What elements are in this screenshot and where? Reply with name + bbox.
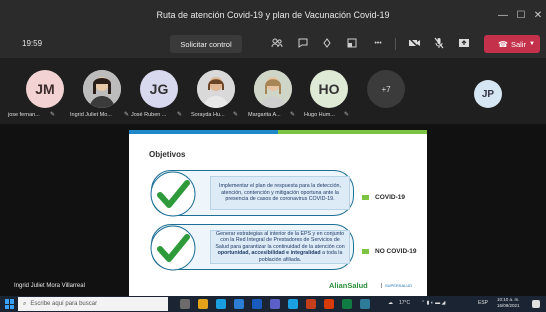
leave-label: Salir: [510, 39, 526, 49]
checkmark-icon: [150, 171, 196, 217]
objective-tag: NO COVID-19: [375, 248, 417, 255]
browser-icon[interactable]: [288, 299, 298, 309]
mic-muted-icon: ✎: [344, 112, 350, 118]
objective-tag: COVID-19: [375, 194, 405, 201]
toolbar-divider: [395, 38, 396, 50]
window-title: Ruta de atención Covid-19 y plan de Vacu…: [156, 10, 390, 20]
excel-icon[interactable]: [342, 299, 352, 309]
mic-muted-icon: ✎: [177, 112, 183, 118]
close-window-button[interactable]: ✕: [524, 0, 546, 30]
supersalud-logo: SUPERSALUD: [381, 283, 412, 288]
chat-icon[interactable]: [296, 36, 310, 50]
outlook-icon[interactable]: [234, 299, 244, 309]
temperature[interactable]: 17°C: [399, 300, 410, 306]
request-control-button[interactable]: Solicitar control: [170, 35, 242, 53]
mic-muted-icon: ✎: [290, 112, 296, 118]
rooms-icon[interactable]: [345, 36, 359, 50]
meeting-toolbar: 19:59 Solicitar control ••• ☎ Salir ▼: [0, 30, 546, 58]
share-icon[interactable]: [457, 36, 471, 50]
leave-button[interactable]: ☎ Salir ▼: [484, 35, 540, 53]
participant-name: Sorayda Hu...: [191, 112, 225, 118]
tag-marker: [362, 249, 369, 254]
mic-muted-icon: ✎: [50, 112, 56, 118]
windows-start-icon[interactable]: [5, 299, 15, 309]
avatar[interactable]: HO: [310, 70, 348, 108]
participant-strip: JM jose fernan... ✎ Ingrid Juliet Mo... …: [0, 58, 546, 124]
edge-icon[interactable]: [216, 299, 226, 309]
objective-card: Generar estrategias al interior de la EP…: [150, 224, 354, 271]
taskbar-search[interactable]: ⌕ Escribe aquí para buscar: [18, 297, 168, 311]
taskbar-clock[interactable]: 10:10 a. m. 16/09/2021: [497, 297, 520, 309]
powerpoint-icon[interactable]: [306, 299, 316, 309]
self-avatar[interactable]: JP: [474, 80, 502, 108]
reactions-icon[interactable]: [320, 36, 334, 50]
mic-off-icon[interactable]: [432, 36, 446, 50]
camera-off-icon[interactable]: [407, 36, 421, 50]
presenter-name: Ingrid Juliet Mora Villarreal: [14, 283, 85, 289]
more-icon[interactable]: •••: [371, 36, 385, 50]
avatar[interactable]: JM: [26, 70, 64, 108]
task-view-icon[interactable]: [180, 299, 190, 309]
aliansalud-logo: AlianSalud: [329, 281, 368, 290]
app-icon[interactable]: [360, 299, 370, 309]
participant-name: Margarita A...: [248, 112, 281, 118]
participant-name: Hugo Hum...: [304, 112, 335, 118]
phone-icon: ☎: [498, 39, 508, 49]
teams-window: Ruta de atención Covid-19 y plan de Vacu…: [0, 0, 546, 312]
shared-slide: Objetivos Implementar el plan de respues…: [129, 130, 427, 296]
avatar[interactable]: [83, 70, 121, 108]
title-bar: Ruta de atención Covid-19 y plan de Vacu…: [0, 0, 546, 30]
objective-text: Implementar el plan de respuesta para la…: [210, 176, 350, 210]
mic-muted-icon: ✎: [124, 112, 130, 118]
avatar[interactable]: [197, 70, 235, 108]
people-icon[interactable]: [270, 36, 284, 50]
avatar[interactable]: [254, 70, 292, 108]
participant-name: José Ruben ...: [131, 112, 167, 118]
avatar[interactable]: JG: [140, 70, 178, 108]
slide-top-bar: [129, 130, 427, 134]
weather-icon[interactable]: ☁: [388, 300, 393, 306]
checkmark-icon: [150, 225, 196, 271]
objective-card: Implementar el plan de respuesta para la…: [150, 170, 354, 217]
objective-text: Generar estrategias al interior de la EP…: [210, 230, 350, 264]
teams-icon[interactable]: [270, 299, 280, 309]
participant-name: Ingrid Juliet Mo...: [70, 112, 112, 118]
slide-title: Objetivos: [149, 150, 186, 159]
file-explorer-icon[interactable]: [198, 299, 208, 309]
chevron-down-icon[interactable]: ▼: [529, 41, 535, 47]
meeting-timer: 19:59: [22, 39, 43, 48]
search-icon: ⌕: [23, 300, 27, 307]
tag-marker: [362, 195, 369, 200]
app-icon[interactable]: [324, 299, 334, 309]
more-participants-button[interactable]: +7: [367, 70, 405, 108]
notification-icon[interactable]: [532, 300, 540, 308]
windows-taskbar: ⌕ Escribe aquí para buscar ☁ 17°C ⌃ ▮ ◐ …: [0, 296, 546, 312]
mic-muted-icon: ✎: [233, 112, 239, 118]
tray-icons[interactable]: ⌃ ▮ ◐ ▬ ◢: [421, 300, 445, 306]
language-indicator[interactable]: ESP: [478, 300, 488, 306]
search-placeholder: Escribe aquí para buscar: [30, 301, 98, 307]
participant-name: jose fernan...: [8, 112, 40, 118]
word-icon[interactable]: [252, 299, 262, 309]
